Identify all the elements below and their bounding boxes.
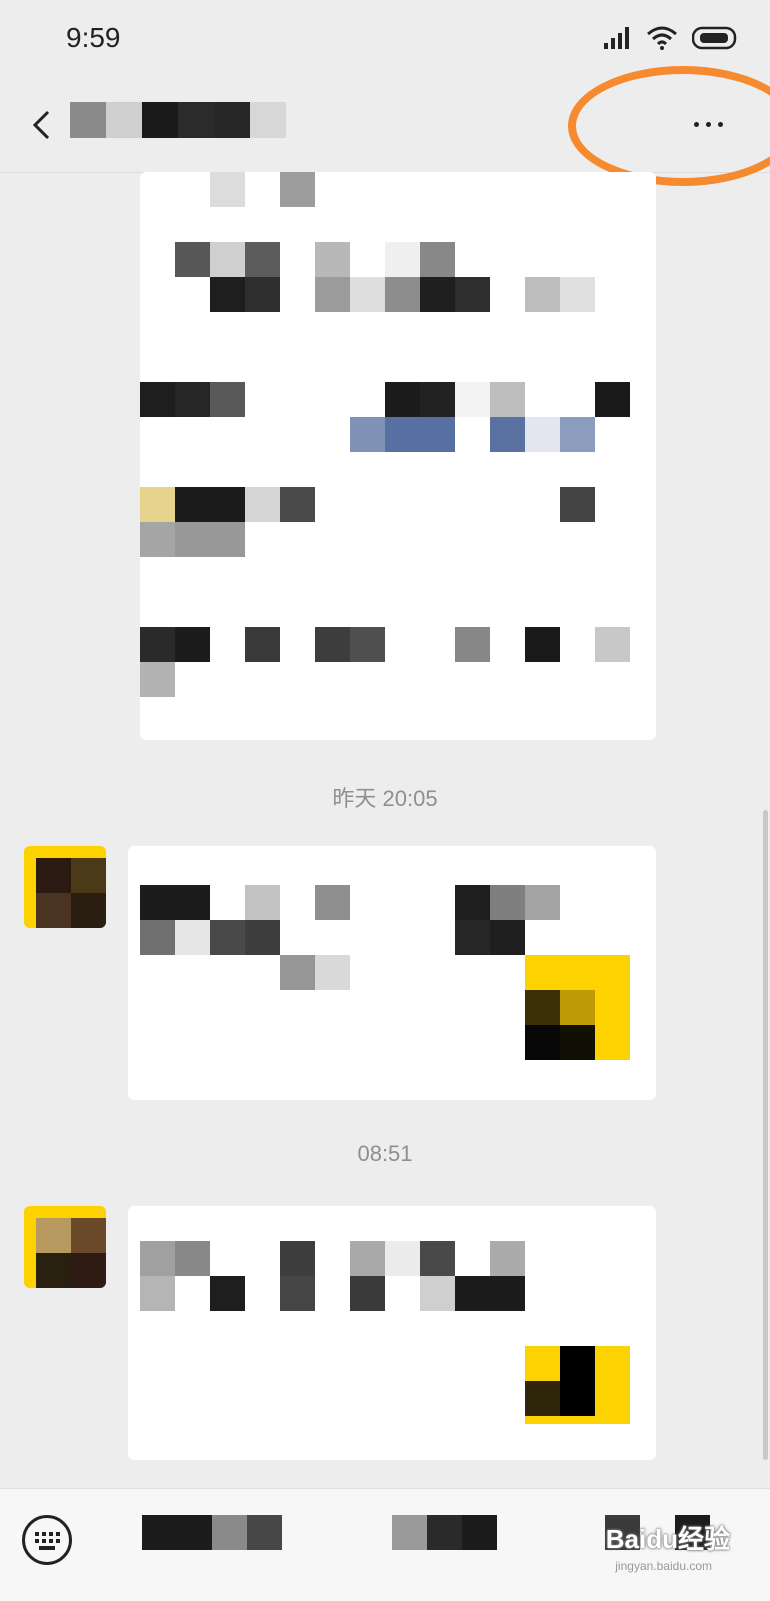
- message-card[interactable]: 点击: [140, 172, 656, 740]
- avatar[interactable]: [24, 846, 106, 928]
- chevron-left-icon: [32, 110, 50, 140]
- watermark-logo: Baidu经验: [605, 1524, 730, 1554]
- more-dots-icon: [693, 121, 699, 127]
- avatar[interactable]: [24, 1206, 106, 1288]
- back-button[interactable]: [22, 102, 62, 148]
- status-bar: 9:59: [0, 0, 770, 80]
- timestamp: 08:51: [357, 1141, 413, 1166]
- wifi-icon: [647, 26, 677, 50]
- chat-title-pixelated: [70, 102, 286, 138]
- chat-header: [0, 80, 770, 173]
- signal-icon: [604, 27, 629, 49]
- battery-icon: [692, 26, 737, 50]
- status-time: 9:59: [66, 22, 121, 53]
- timestamp: 昨天 20:05: [332, 786, 438, 811]
- input-toolbar: Baidu经验 jingyan.baidu.com: [0, 1488, 770, 1601]
- watermark-url: jingyan.baidu.com: [615, 1559, 712, 1573]
- message-card[interactable]: [128, 846, 656, 1100]
- more-options-button[interactable]: [680, 104, 736, 144]
- status-icons: [604, 26, 740, 50]
- message-card[interactable]: [128, 1206, 656, 1460]
- keyboard-icon[interactable]: [22, 1515, 72, 1565]
- scrollbar[interactable]: [763, 810, 768, 1460]
